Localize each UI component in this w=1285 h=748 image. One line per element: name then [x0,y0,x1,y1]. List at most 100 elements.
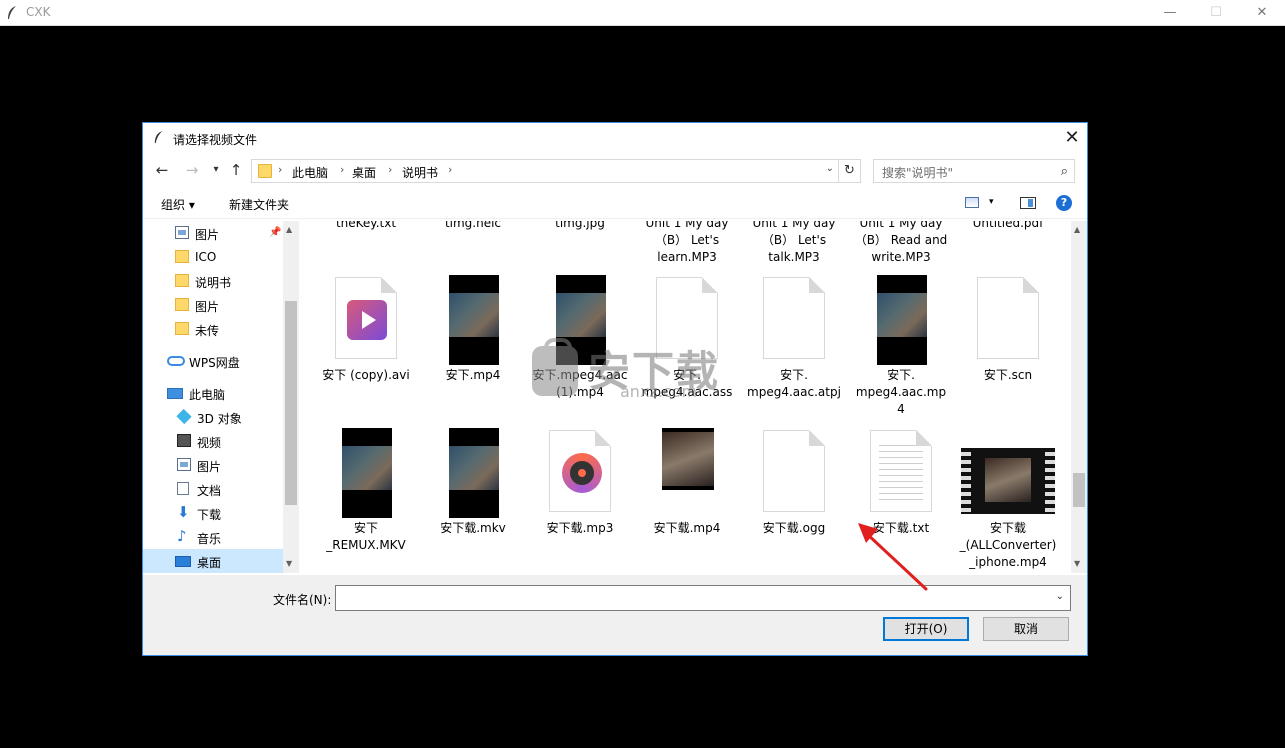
file-item[interactable]: Unit 1 My day （B） Read and write.MP3 [848,221,954,275]
maximize-button[interactable]: ☐ [1193,0,1239,26]
sidebar-item-label: 下载 [197,508,222,522]
scroll-up-icon[interactable]: ▲ [286,225,292,234]
filename-combobox[interactable]: ⌄ [335,585,1071,611]
breadcrumb-manual[interactable]: 说明书 [402,164,438,181]
preview-pane-icon[interactable] [1020,197,1036,209]
new-folder-button[interactable]: 新建文件夹 [229,196,289,213]
file-item[interactable]: Unit 1 My day （B） Let's talk.MP3 [741,221,847,275]
navigation-pane: 图片 📌 ICO 说明书 图片 未传 WPS网盘 此电脑 3D 对象 视频 图片… [143,221,299,573]
pin-icon[interactable]: 📌 [269,227,281,238]
sidebar-item-wps-cloud[interactable]: WPS网盘 [143,349,283,373]
sidebar-item-not-uploaded[interactable]: 未传 [143,317,283,341]
dialog-titlebar: 请选择视频文件 ✕ [143,123,1087,153]
file-item[interactable]: 安下载 _(ALLConverter) _iphone.mp4 [955,424,1061,573]
recent-locations-button[interactable]: ▾ [205,159,227,181]
file-item[interactable]: 安下载.mp4 [634,424,740,573]
file-item[interactable]: Untitled.pdf [955,221,1061,275]
file-name: 安下.mp4 [445,368,501,382]
breadcrumb-separator[interactable]: › [340,163,344,176]
view-options-icon[interactable] [965,197,979,208]
app-title: CXK [26,5,51,19]
sidebar-item-this-pc[interactable]: 此电脑 [143,381,283,405]
address-dropdown-icon[interactable]: ⌄ [826,163,834,174]
file-name: Unit 1 My day （B） Read and write.MP3 [854,221,948,264]
file-item[interactable]: 安下. mpeg4.aac.atpj [741,271,847,421]
file-item[interactable]: 安下.mp4 [420,271,526,421]
cancel-button[interactable]: 取消 [983,617,1069,641]
breadcrumb-separator[interactable]: › [388,163,392,176]
back-button[interactable]: ← [151,159,173,181]
sidebar-item-ico[interactable]: ICO [143,245,283,269]
search-icon[interactable]: ⌕ [1061,164,1068,179]
file-list-scrollbar[interactable]: ▲ ▼ [1071,221,1087,573]
search-box[interactable]: 搜索"说明书" ⌕ [873,159,1075,183]
file-item[interactable]: 安下载.mp3 [527,424,633,573]
file-item[interactable]: timg.heic [420,221,526,275]
feather-icon [8,6,16,19]
up-button[interactable]: ↑ [225,159,247,181]
sidebar-item-videos[interactable]: 视频 [143,429,283,453]
help-icon[interactable]: ? [1056,195,1072,211]
sidebar-item-label: 音乐 [197,532,222,546]
file-item[interactable]: theKey.txt [313,221,419,275]
sidebar-item-pictures-quick[interactable]: 图片 📌 [143,221,283,245]
file-item[interactable]: 安下载.ogg [741,424,847,573]
generic-file-icon [977,277,1039,359]
breadcrumb-desktop[interactable]: 桌面 [352,164,376,181]
scrollbar-thumb[interactable] [1073,473,1085,507]
sidebar-item-music[interactable]: ♪ 音乐 [143,525,283,549]
app-titlebar: CXK — ☐ ✕ [0,0,1285,26]
chevron-down-icon[interactable]: ⌄ [1056,591,1064,602]
navigation-pane-scrollbar[interactable]: ▲ ▼ [283,221,299,573]
file-item[interactable]: 安下 (copy).avi [313,271,419,421]
file-item[interactable]: timg.jpg [527,221,633,275]
open-button[interactable]: 打开(O) [883,617,969,641]
sidebar-item-documents[interactable]: 文档 [143,477,283,501]
view-dropdown-icon[interactable]: ▾ [989,197,994,207]
sidebar-item-label: 桌面 [197,556,222,570]
close-button[interactable]: ✕ [1239,0,1285,26]
sidebar-item-label: 图片 [197,460,222,474]
search-input[interactable]: 搜索"说明书" [882,164,953,181]
desktop-icon [175,556,191,567]
generic-file-icon [763,430,825,512]
file-name: 安下. mpeg4.aac.mp 4 [855,368,947,416]
minimize-button[interactable]: — [1147,0,1193,26]
file-name: 安下载.mp3 [546,521,614,535]
file-item[interactable]: 安下. mpeg4.aac.mp 4 [848,271,954,421]
toolbar: 组织 ▾ 新建文件夹 ▾ ? [143,189,1087,219]
dialog-close-button[interactable]: ✕ [1057,123,1087,153]
navigation-bar: ← → ▾ ↑ › 此电脑 › 桌面 › 说明书 › ⌄ ↻ 搜索"说明书" ⌕ [143,155,1087,185]
address-bar[interactable]: › 此电脑 › 桌面 › 说明书 › ⌄ ↻ [251,159,861,183]
folder-icon [175,322,189,335]
sidebar-item-desktop[interactable]: 桌面 [143,549,283,573]
file-item[interactable]: 安下.scn [955,271,1061,421]
sidebar-item-label: WPS网盘 [189,356,240,370]
file-item[interactable]: 安下 _REMUX.MKV [313,424,419,573]
breadcrumb-separator[interactable]: › [448,163,452,176]
sidebar-item-pictures-folder[interactable]: 图片 [143,293,283,317]
scroll-up-icon[interactable]: ▲ [1074,225,1080,234]
audio-file-icon [549,430,611,512]
text-file-icon [870,430,932,512]
file-item[interactable]: 安下载.mkv [420,424,526,573]
avi-file-icon [335,277,397,359]
scrollbar-thumb[interactable] [285,301,297,505]
scroll-down-icon[interactable]: ▼ [286,559,292,568]
sidebar-item-3d-objects[interactable]: 3D 对象 [143,405,283,429]
sidebar-item-manual[interactable]: 说明书 [143,269,283,293]
folder-icon [175,250,189,263]
breadcrumb-separator[interactable]: › [278,163,282,176]
forward-button[interactable]: → [181,159,203,181]
sidebar-item-downloads[interactable]: ⬇ 下载 [143,501,283,525]
refresh-button[interactable]: ↻ [838,160,860,182]
file-name: Unit 1 My day （B） Let's learn.MP3 [645,221,729,264]
breadcrumb-this-pc[interactable]: 此电脑 [292,164,328,181]
video-thumbnail [449,275,499,365]
file-item[interactable]: Unit 1 My day （B） Let's learn.MP3 [634,221,740,275]
sidebar-item-pictures[interactable]: 图片 [143,453,283,477]
scroll-down-icon[interactable]: ▼ [1074,559,1080,568]
sidebar-item-label: 图片 [195,228,220,242]
organize-button[interactable]: 组织 ▾ [161,196,195,213]
sidebar-item-label: 3D 对象 [197,412,242,426]
